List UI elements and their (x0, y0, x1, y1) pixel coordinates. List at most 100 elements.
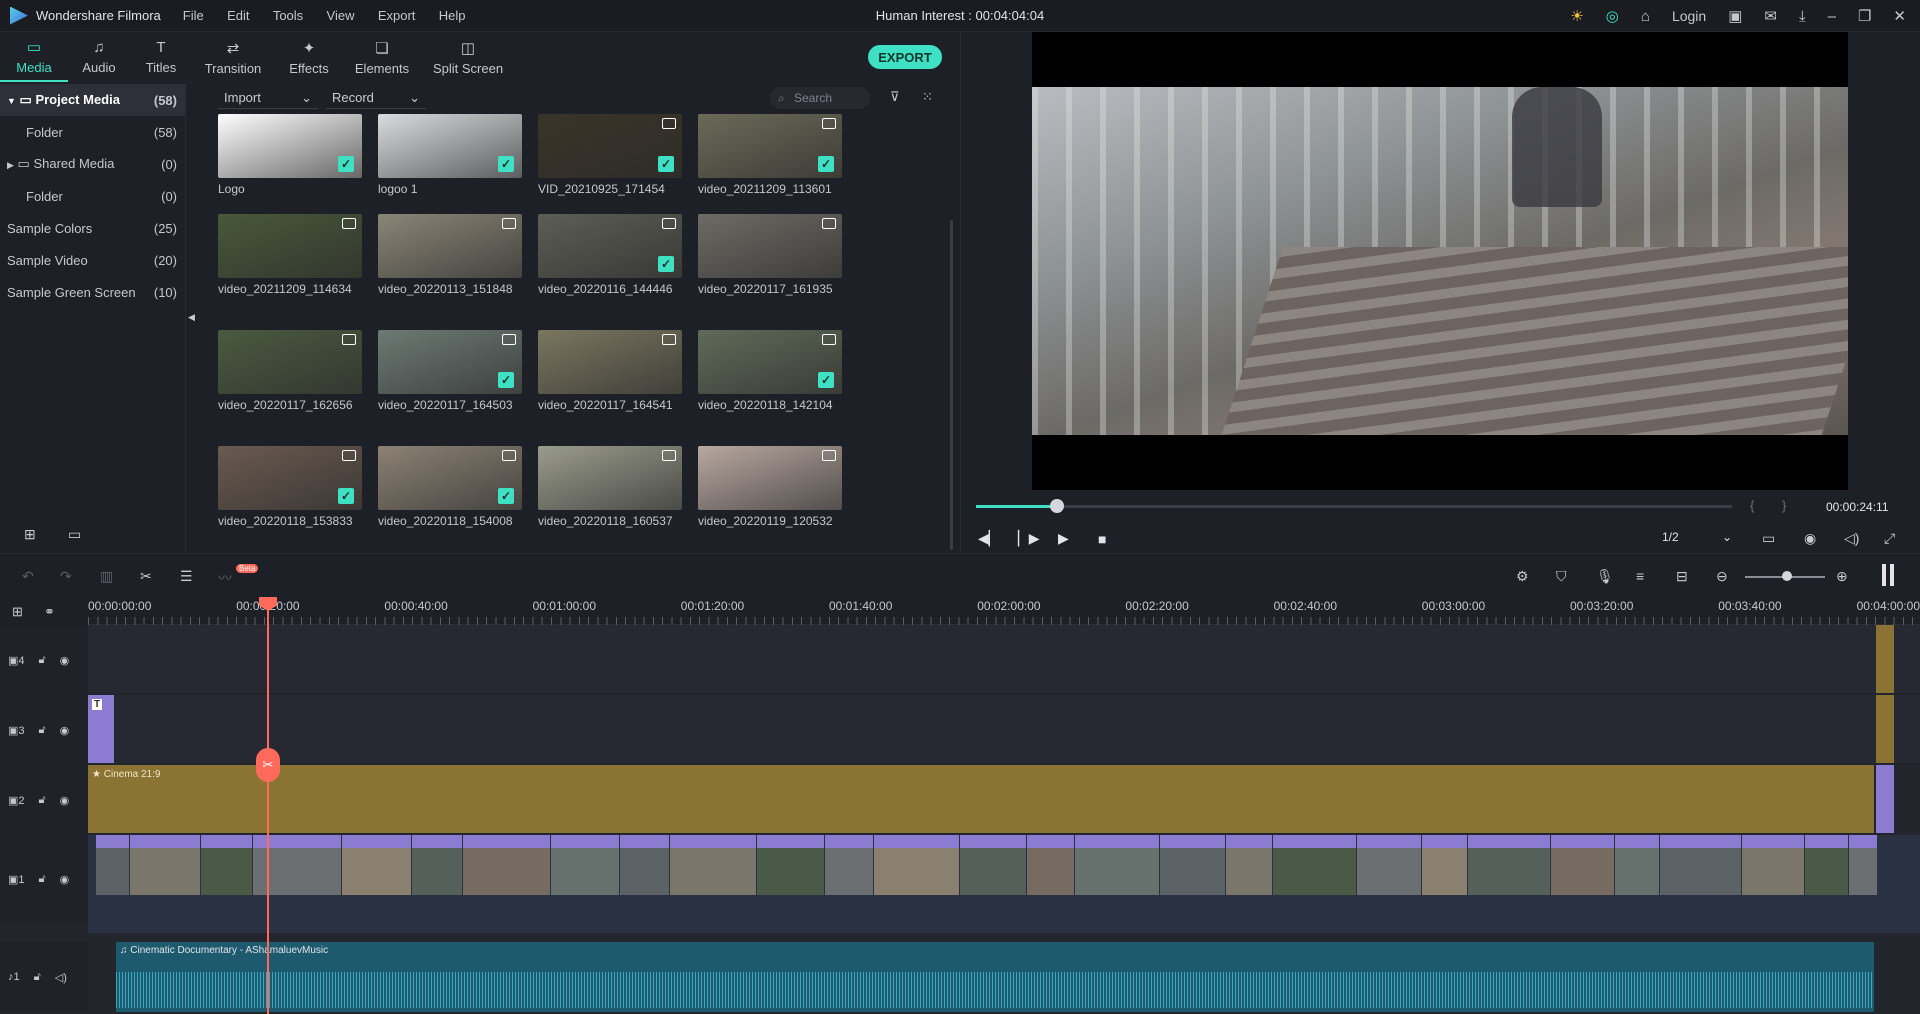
fullscreen-icon[interactable]: ⤢ (1884, 530, 1895, 547)
media-item[interactable]: video_20220118_160537 (538, 446, 682, 528)
tab-split-screen[interactable]: ◫ Split Screen (420, 32, 516, 82)
lock-icon[interactable]: 🔓︎ (39, 654, 46, 667)
video-clip[interactable] (551, 835, 619, 895)
eye-icon[interactable]: ◉ (60, 873, 70, 886)
sidebar-item-sample-colors[interactable]: Sample Colors (25) (0, 212, 185, 244)
video-clip[interactable] (1027, 835, 1074, 895)
stop-icon[interactable]: ■ (1098, 531, 1138, 547)
link-icon[interactable]: ⚭ (44, 604, 55, 620)
mail-icon[interactable]: ✉ (1764, 7, 1777, 25)
eye-icon[interactable]: ◉ (60, 794, 70, 807)
video-clip[interactable] (670, 835, 756, 895)
restore-icon[interactable]: ❐ (1858, 7, 1871, 25)
new-folder-icon[interactable]: ⊞ (24, 526, 36, 543)
mixer-icon[interactable]: ≡ (1636, 568, 1644, 584)
video-clip[interactable] (874, 835, 959, 895)
zoom-out-icon[interactable]: ⊖ (1716, 568, 1728, 585)
gift-icon[interactable]: ⌂ (1641, 8, 1650, 25)
add-track-icon[interactable]: ⊞ (12, 604, 23, 620)
eye-icon[interactable]: ◉ (60, 724, 70, 737)
render-icon[interactable]: ⚙ (1516, 568, 1529, 585)
lock-icon[interactable]: 🔓︎ (34, 971, 41, 984)
media-item[interactable]: ✓ logoo 1 (378, 114, 522, 196)
video-clip[interactable] (1422, 835, 1467, 895)
video-clip[interactable] (1742, 835, 1804, 895)
zoom-in-icon[interactable]: ⊕ (1836, 568, 1848, 585)
menu-edit[interactable]: Edit (227, 8, 249, 23)
search-input[interactable]: ⌕ Search (770, 87, 870, 109)
eye-icon[interactable]: ◉ (60, 654, 70, 667)
menu-file[interactable]: File (183, 8, 204, 23)
video-clip[interactable] (620, 835, 669, 895)
collapse-sidebar-icon[interactable]: ◀ (188, 312, 195, 323)
video-clip[interactable] (1273, 835, 1356, 895)
undo-icon[interactable]: ↶ (22, 568, 34, 585)
folder-outline-icon[interactable]: ▭ (68, 526, 81, 543)
media-item[interactable]: ✓ video_20220117_164503 (378, 330, 522, 412)
track2-end-clip[interactable] (1876, 765, 1894, 833)
video-clip[interactable] (1615, 835, 1659, 895)
lock-icon[interactable]: 🔓︎ (39, 724, 46, 737)
play-frame-icon[interactable]: ▏▶ (1018, 530, 1058, 547)
mark-out-icon[interactable]: } (1782, 498, 1786, 513)
playhead[interactable] (267, 597, 269, 1014)
track4-end-clip[interactable] (1876, 625, 1894, 693)
volume-icon[interactable]: ◁) (1844, 530, 1859, 547)
export-button[interactable]: EXPORT (868, 45, 942, 69)
playback-knob[interactable] (1050, 499, 1064, 513)
mark-in-icon[interactable]: { (1750, 498, 1754, 513)
audio-wave-icon[interactable]: 〰 (218, 568, 232, 588)
video-clip[interactable] (463, 835, 550, 895)
video-clip[interactable] (960, 835, 1026, 895)
media-item[interactable]: ✓ video_20220116_144446 (538, 214, 682, 296)
close-icon[interactable]: ✕ (1893, 7, 1906, 25)
video-clip[interactable] (342, 835, 411, 895)
prev-frame-icon[interactable]: ◀▏ (978, 530, 1018, 547)
menu-tools[interactable]: Tools (273, 8, 303, 23)
marker-icon[interactable]: ⛉ (1556, 568, 1567, 585)
video-clip[interactable] (1849, 835, 1877, 895)
preview-quality-dropdown[interactable]: 1/2 ⌄ (1662, 530, 1732, 548)
tab-audio[interactable]: ♫ Audio (68, 32, 130, 82)
media-item[interactable]: video_20220117_161935 (698, 214, 842, 296)
import-dropdown[interactable]: Import ⌄ (218, 87, 318, 109)
media-item[interactable]: ✓ video_20220118_142104 (698, 330, 842, 412)
playback-progress[interactable] (976, 505, 1732, 508)
media-item[interactable]: ✓ Logo (218, 114, 362, 196)
media-item[interactable]: ✓ video_20211209_113601 (698, 114, 842, 196)
snap-icon[interactable]: ⊟ (1676, 568, 1688, 585)
play-icon[interactable]: ▶ (1058, 530, 1098, 547)
sidebar-item-folder[interactable]: Folder (58) (0, 116, 185, 148)
sidebar-item-shared-media[interactable]: ▶ ▭ Shared Media (0) (0, 148, 185, 180)
save-icon[interactable]: ▣ (1728, 7, 1742, 25)
track3-end-clip[interactable] (1876, 695, 1894, 763)
record-dropdown[interactable]: Record ⌄ (326, 87, 426, 109)
video-clip[interactable] (1075, 835, 1159, 895)
media-item[interactable]: video_20220117_164541 (538, 330, 682, 412)
cinema-effect-clip[interactable]: ★ Cinema 21:9 (88, 765, 1874, 833)
video-clip[interactable] (825, 835, 873, 895)
video-clip[interactable] (96, 835, 129, 895)
video-clip[interactable] (757, 835, 824, 895)
tab-titles[interactable]: T Titles (130, 32, 192, 82)
lock-icon[interactable]: 🔓︎ (39, 794, 46, 807)
track-lane-4[interactable] (88, 625, 1920, 693)
track-lane-3[interactable] (88, 695, 1920, 763)
timeline-ruler[interactable]: 00:00:00:0000:00:20:0000:00:40:0000:01:0… (88, 597, 1920, 625)
video-clip[interactable] (1160, 835, 1225, 895)
lock-icon[interactable]: 🔓︎ (39, 873, 46, 886)
tab-effects[interactable]: ✦ Effects (274, 32, 344, 82)
sidebar-item-project-media[interactable]: ▼ ▭ Project Media (58) (0, 84, 185, 116)
menu-view[interactable]: View (327, 8, 355, 23)
media-item[interactable]: video_20220117_162656 (218, 330, 362, 412)
media-item[interactable]: video_20220113_151848 (378, 214, 522, 296)
split-scissor-button[interactable]: ✂ (256, 748, 280, 782)
bulb-icon[interactable]: ☀ (1570, 7, 1583, 25)
video-clip[interactable] (1551, 835, 1614, 895)
sidebar-item-shared-folder[interactable]: Folder (0) (0, 180, 185, 212)
media-item[interactable]: video_20220119_120532 (698, 446, 842, 528)
video-clip[interactable] (1468, 835, 1550, 895)
tab-media[interactable]: ▭ Media (0, 32, 68, 82)
video-clip[interactable] (1226, 835, 1272, 895)
sidebar-item-sample-green-screen[interactable]: Sample Green Screen (10) (0, 276, 185, 308)
